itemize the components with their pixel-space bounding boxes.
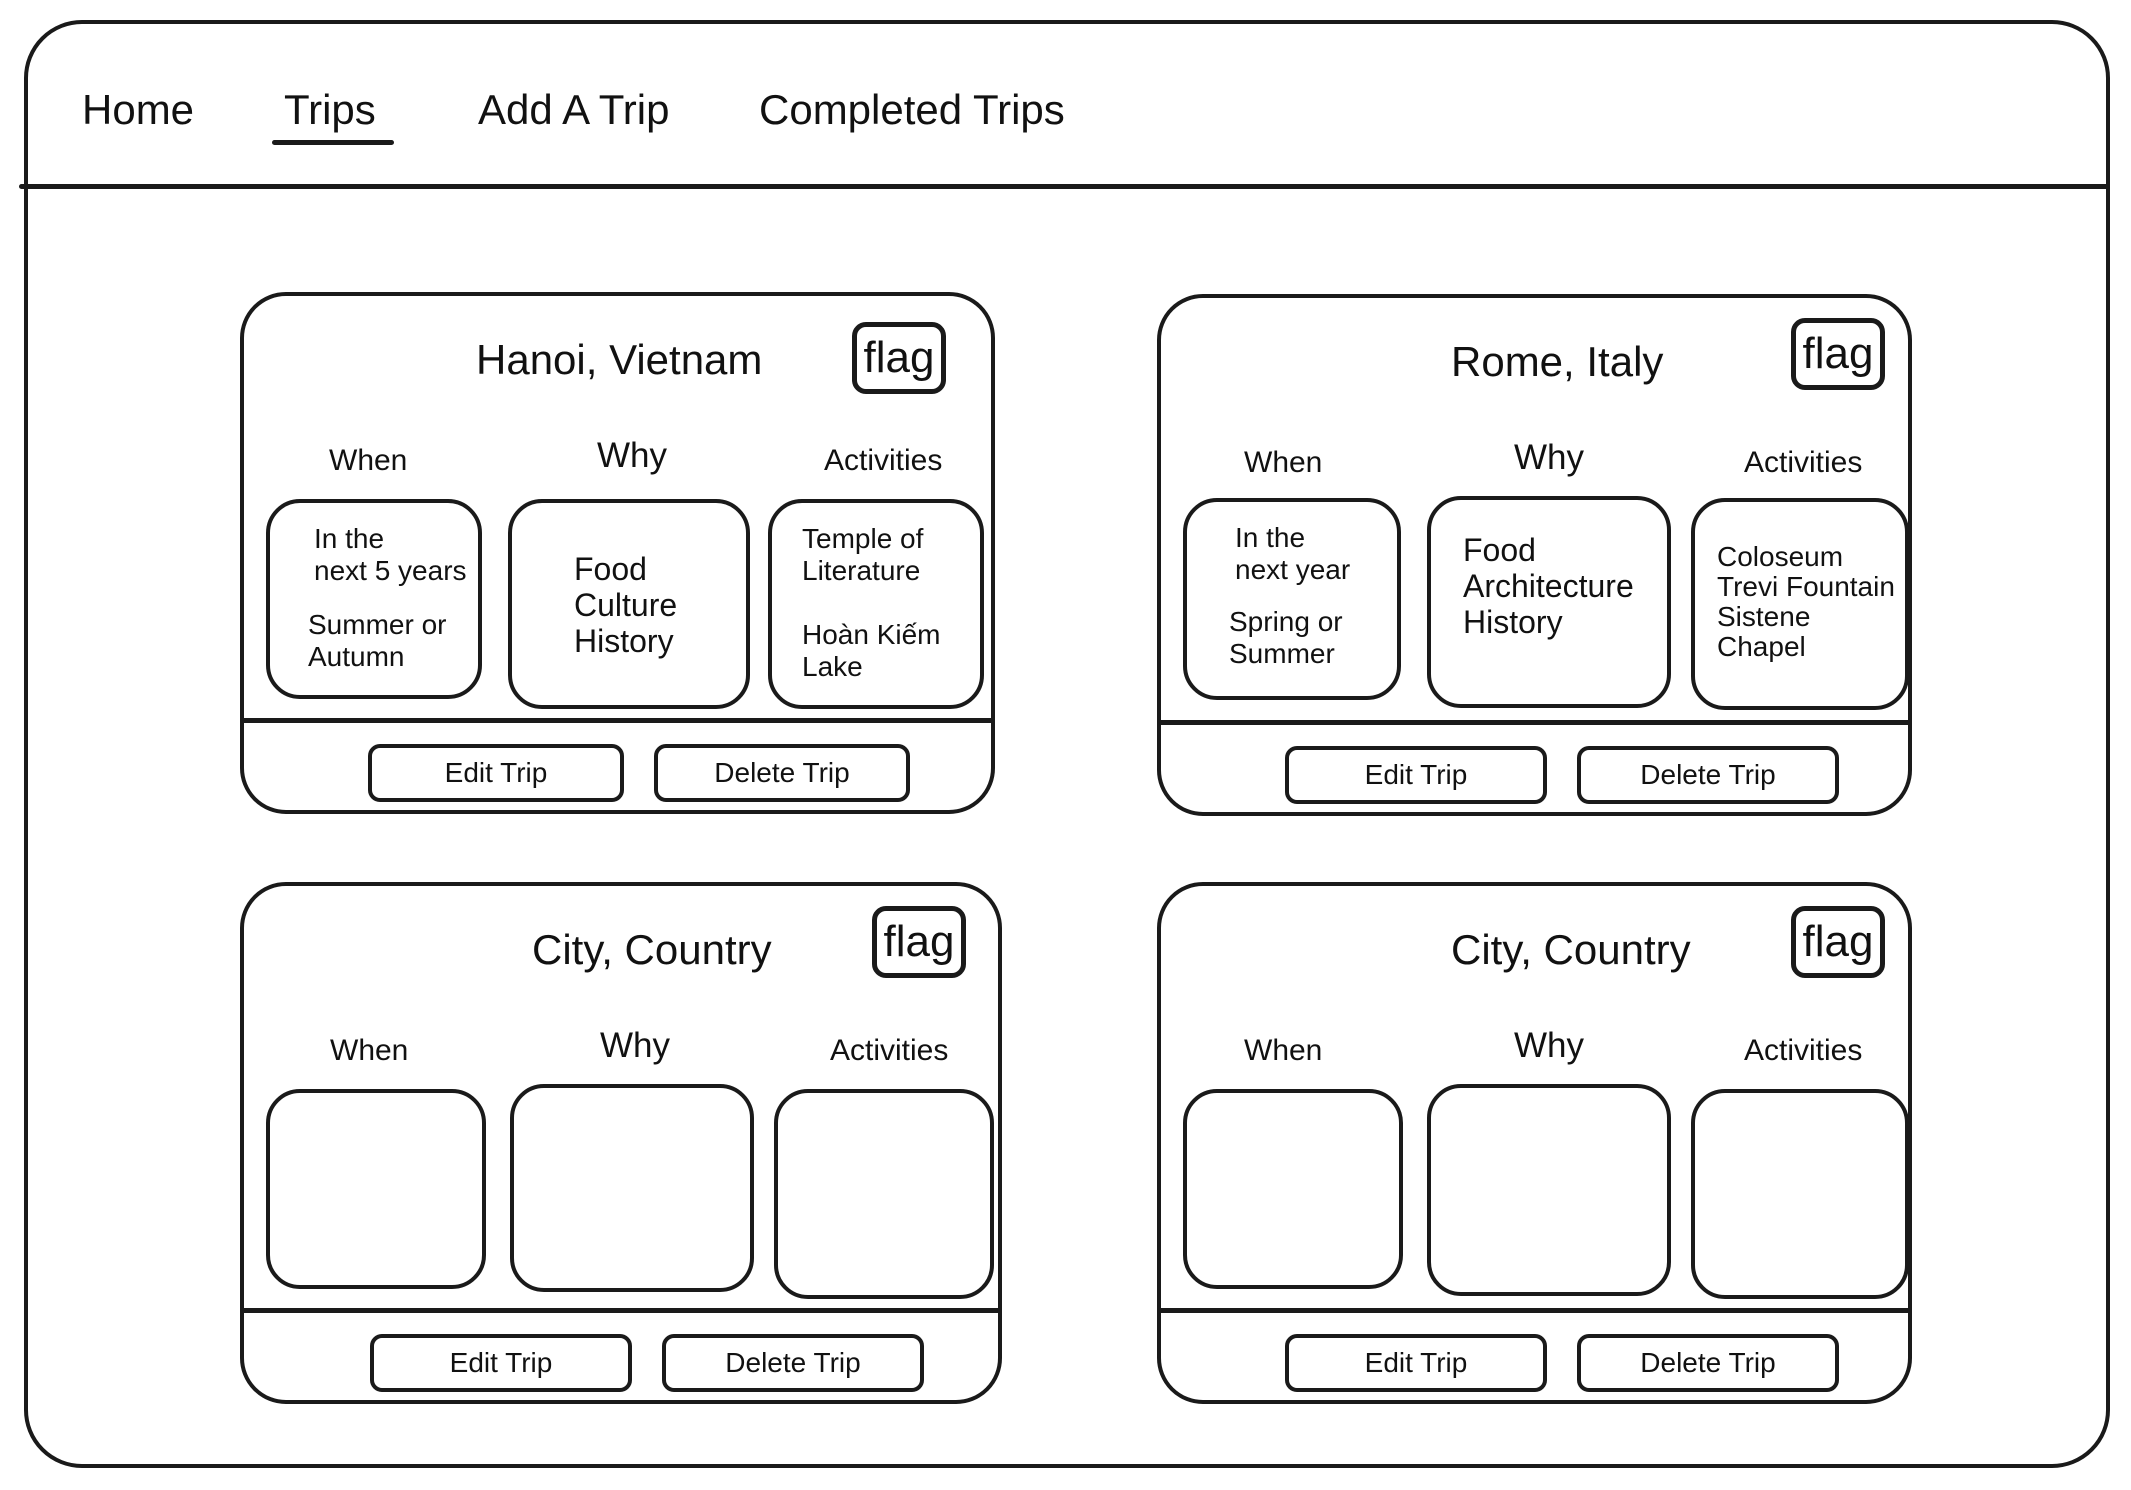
when-box: In the next 5 years Summer or Autumn [266, 499, 482, 699]
when-season: Spring or Summer [1229, 606, 1343, 669]
nav-trips[interactable]: Trips [284, 86, 376, 134]
nav-home[interactable]: Home [82, 86, 194, 134]
card-divider [244, 1308, 998, 1313]
when-timeframe: In the next year [1235, 522, 1351, 585]
trip-title: Hanoi, Vietnam [476, 336, 763, 383]
when-label: When [329, 444, 408, 477]
delete-trip-button[interactable]: Delete Trip [1577, 1334, 1839, 1392]
when-box [266, 1089, 486, 1289]
why-box [510, 1084, 754, 1292]
edit-trip-button[interactable]: Edit Trip [1285, 1334, 1547, 1392]
trip-card: Rome, Italy flag When Why Activities In … [1157, 294, 1912, 816]
trip-card: Hanoi, Vietnam flag When Why Activities … [240, 292, 995, 814]
activities-box [774, 1089, 994, 1299]
when-label: When [330, 1034, 409, 1067]
delete-trip-button[interactable]: Delete Trip [1577, 746, 1839, 804]
delete-trip-button[interactable]: Delete Trip [662, 1334, 924, 1392]
why-label: Why [600, 1026, 670, 1065]
activities-list: Coloseum Trevi Fountain Sistene Chapel [1717, 541, 1895, 662]
trip-title: City, Country [532, 926, 772, 973]
flag-image-placeholder: flag [1791, 906, 1885, 978]
activities-box [1691, 1089, 1909, 1299]
activities-label: Activities [830, 1034, 949, 1067]
card-divider [244, 718, 991, 723]
why-label: Why [1514, 438, 1584, 477]
when-label: When [1244, 446, 1323, 479]
activities-label: Activities [824, 444, 943, 477]
flag-image-placeholder: flag [1791, 318, 1885, 390]
activities-label: Activities [1744, 1034, 1863, 1067]
why-reasons: Food Architecture History [1463, 532, 1634, 640]
nav-divider [19, 184, 2109, 189]
when-label: When [1244, 1034, 1323, 1067]
when-box [1183, 1089, 1403, 1289]
nav-add-trip[interactable]: Add A Trip [478, 86, 669, 134]
why-box: Food Architecture History [1427, 496, 1671, 708]
why-label: Why [1514, 1026, 1584, 1065]
delete-trip-button[interactable]: Delete Trip [654, 744, 910, 802]
activities-box: Temple of Literature Hoàn Kiếm Lake [768, 499, 984, 709]
when-timeframe: In the next 5 years [314, 523, 467, 586]
trip-title: City, Country [1451, 926, 1691, 973]
flag-image-placeholder: flag [872, 906, 966, 978]
activities-box: Coloseum Trevi Fountain Sistene Chapel [1691, 498, 1909, 710]
edit-trip-button[interactable]: Edit Trip [370, 1334, 632, 1392]
activities-label: Activities [1744, 446, 1863, 479]
edit-trip-button[interactable]: Edit Trip [1285, 746, 1547, 804]
when-box: In the next year Spring or Summer [1183, 498, 1401, 700]
when-season: Summer or Autumn [308, 609, 447, 672]
why-box: Food Culture History [508, 499, 750, 709]
activity-2: Hoàn Kiếm Lake [802, 619, 941, 682]
why-label: Why [597, 436, 667, 475]
nav-active-underline [272, 140, 394, 145]
trip-card: City, Country flag When Why Activities E… [1157, 882, 1912, 1404]
trip-card: City, Country flag When Why Activities E… [240, 882, 1002, 1404]
flag-image-placeholder: flag [852, 322, 946, 394]
activity-1: Temple of Literature [802, 523, 924, 586]
why-box [1427, 1084, 1671, 1296]
nav-completed-trips[interactable]: Completed Trips [759, 86, 1065, 134]
trip-title: Rome, Italy [1451, 338, 1664, 385]
card-divider [1161, 1308, 1908, 1313]
why-reasons: Food Culture History [574, 551, 678, 659]
edit-trip-button[interactable]: Edit Trip [368, 744, 624, 802]
card-divider [1161, 720, 1908, 725]
